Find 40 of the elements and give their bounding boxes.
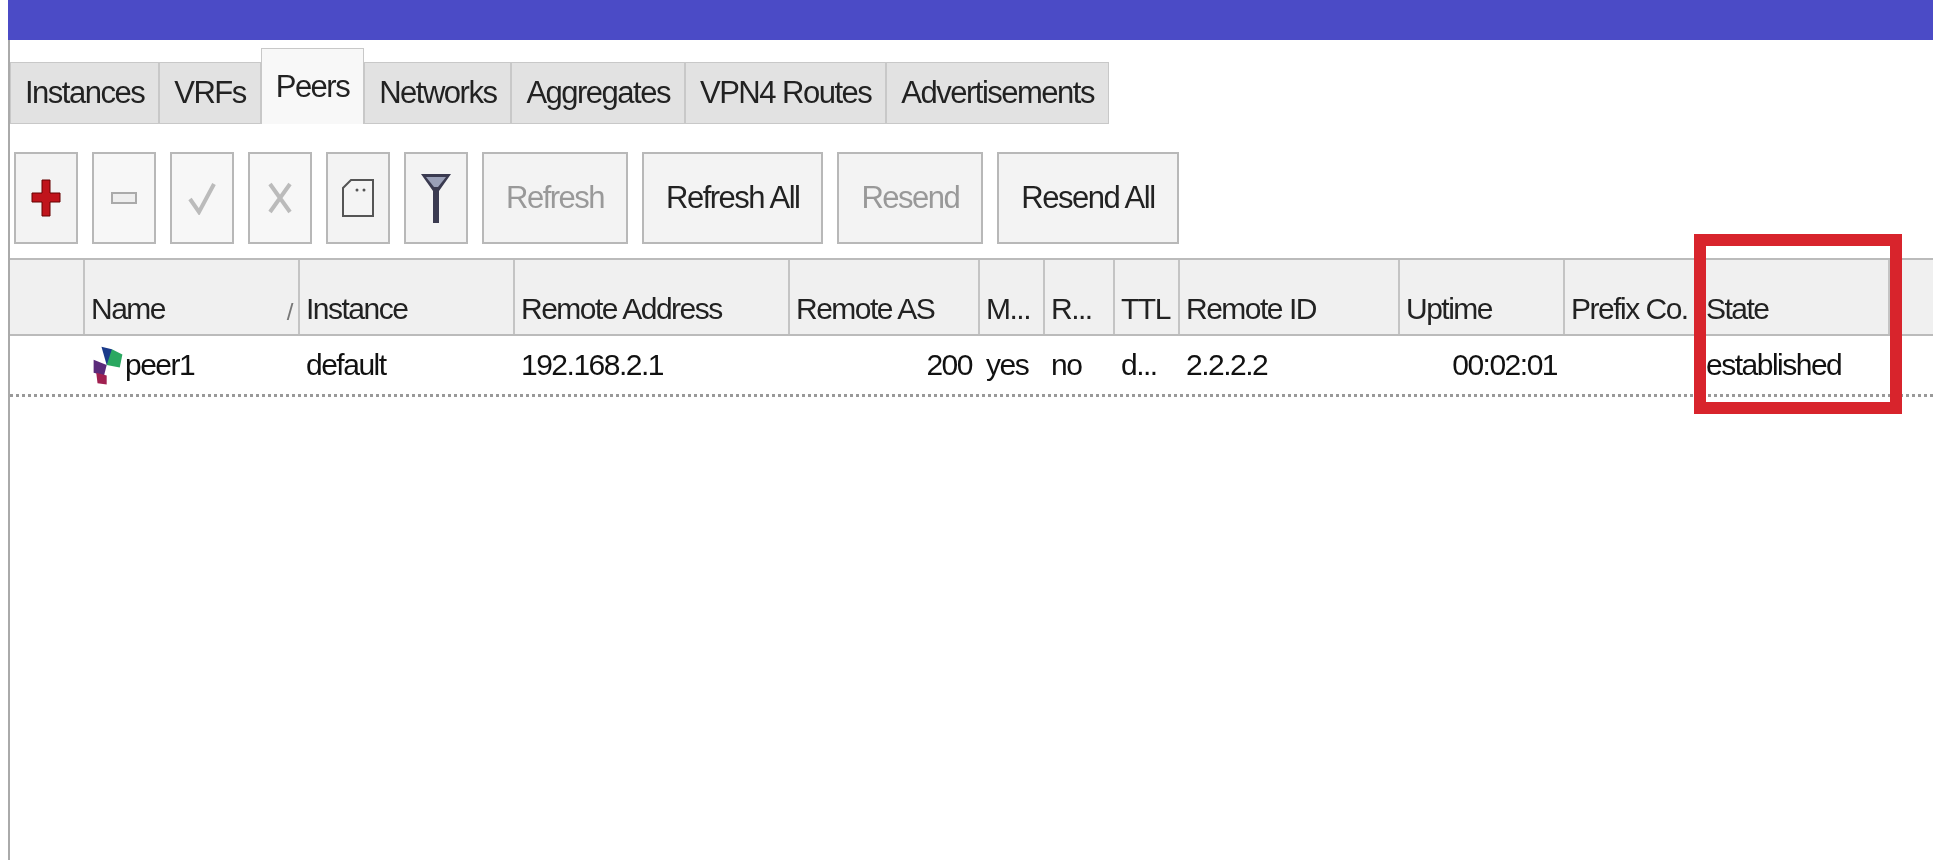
column-header[interactable]: Uptime (1400, 260, 1565, 334)
table-cell: peer1 (85, 336, 300, 394)
table-cell-text: 2.2.2.2 (1185, 347, 1269, 383)
filter-icon (419, 171, 453, 225)
table-cell-text: default (305, 347, 388, 383)
column-header[interactable]: Remote ID (1180, 260, 1400, 334)
comment-button[interactable] (326, 152, 390, 244)
column-header[interactable]: State (1700, 260, 1890, 334)
tab[interactable]: VRFs (159, 62, 261, 124)
cross-icon (267, 181, 293, 215)
toolbar-button[interactable]: Resend All (997, 152, 1179, 244)
add-button[interactable] (14, 152, 78, 244)
peer-icon (91, 344, 125, 386)
tab[interactable]: Advertisements (886, 62, 1109, 124)
table-cell-text: no (1050, 347, 1083, 383)
tab[interactable]: Instances (10, 62, 160, 124)
filter-button[interactable] (404, 152, 468, 244)
column-header[interactable]: Prefix Co. (1565, 260, 1700, 334)
tab[interactable]: Peers (260, 48, 365, 124)
check-icon (188, 181, 216, 215)
table-cell-text: 192.168.2.1 (520, 347, 664, 383)
column-header[interactable]: Instance (300, 260, 515, 334)
table-cell-text: d... (1120, 347, 1158, 383)
minus-icon (111, 192, 137, 204)
table-cell-text: yes (985, 347, 1030, 383)
tab[interactable]: Networks (364, 62, 512, 124)
table-cell-text: established (1705, 347, 1843, 383)
toolbar-button[interactable]: Refresh All (642, 152, 824, 244)
note-icon (341, 178, 375, 218)
tab[interactable]: VPN4 Routes (684, 62, 887, 124)
column-header[interactable]: Remote AS (790, 260, 980, 334)
column-header[interactable]: M... (980, 260, 1045, 334)
plus-icon (31, 178, 61, 218)
column-header[interactable]: Remote Address (515, 260, 790, 334)
column-header[interactable]: Name / (85, 260, 300, 334)
column-header[interactable]: TTL (1115, 260, 1180, 334)
column-header[interactable]: R... (1045, 260, 1115, 334)
table-cell-text: 00:02:01 (1451, 347, 1558, 383)
tab[interactable]: Aggregates (511, 62, 685, 124)
table-cell-text: 200 (925, 347, 974, 383)
